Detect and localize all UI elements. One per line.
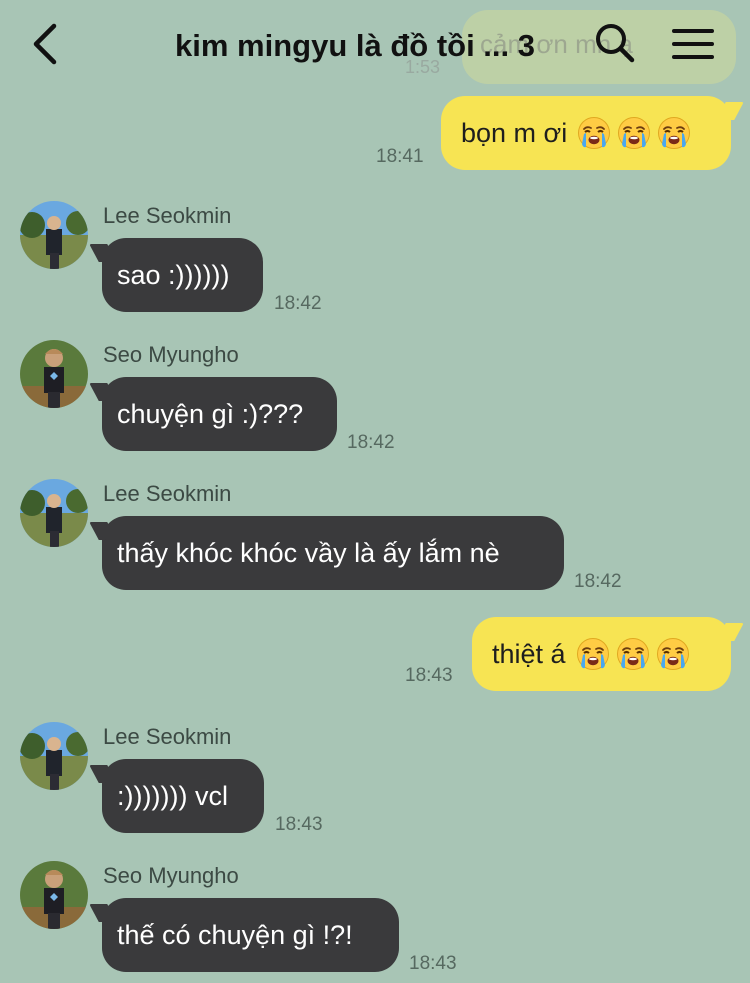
avatar-image — [20, 340, 88, 408]
sender-name: Lee Seokmin — [103, 481, 232, 506]
chat-header: cảm ơn mn ạ 1:53 kim mingyu là đồ tồi ..… — [0, 0, 750, 90]
avatar-lee-seokmin[interactable] — [20, 201, 88, 269]
message-text: thế có chuyện gì !?! — [117, 919, 353, 950]
message-text: thấy khóc khóc vầy là ấy lắm nè — [117, 537, 500, 568]
avatar-seo-myungho[interactable] — [20, 861, 88, 929]
avatar-image — [20, 201, 88, 269]
message-timestamp: 18:42 — [347, 432, 395, 453]
outgoing-message-bubble[interactable]: thiệt á — [472, 617, 731, 691]
incoming-message-bubble[interactable]: thấy khóc khóc vầy là ấy lắm nè — [102, 516, 564, 590]
message-text: chuyện gì :)??? — [117, 398, 304, 429]
avatar-lee-seokmin[interactable] — [20, 479, 88, 547]
avatar-image — [20, 861, 88, 929]
sender-name: Seo Myungho — [103, 342, 239, 367]
sender-name: Lee Seokmin — [103, 724, 232, 749]
message-timestamp: 18:43 — [409, 953, 457, 974]
message-timestamp: 18:42 — [574, 571, 622, 592]
incoming-message-bubble[interactable]: sao :)))))) — [102, 238, 263, 312]
search-button[interactable] — [592, 20, 638, 66]
message-text: thiệt á — [492, 638, 566, 669]
message-timestamp: 18:43 — [275, 814, 323, 835]
crying-face-emoji-icon — [656, 637, 690, 671]
sender-name: Seo Myungho — [103, 863, 239, 888]
back-button[interactable] — [22, 20, 72, 70]
incoming-message-bubble[interactable]: :))))))) vcl — [102, 759, 264, 833]
avatar-image — [20, 722, 88, 790]
search-icon — [596, 24, 635, 63]
crying-face-emoji-icon — [576, 637, 610, 671]
avatar-seo-myungho[interactable] — [20, 340, 88, 408]
crying-face-emoji-icon — [657, 116, 691, 150]
message-timestamp: 18:41 — [376, 146, 424, 167]
menu-button[interactable] — [670, 24, 716, 64]
message-text: sao :)))))) — [117, 259, 230, 290]
message-text: :))))))) vcl — [117, 780, 228, 811]
avatar-image — [20, 479, 88, 547]
message-timestamp: 18:43 — [405, 665, 453, 686]
message-timestamp: 18:42 — [274, 293, 322, 314]
incoming-message-bubble[interactable]: thế có chuyện gì !?! — [102, 898, 399, 972]
crying-face-emoji-icon — [616, 637, 650, 671]
crying-face-emoji-icon — [617, 116, 651, 150]
chat-title: kim mingyu là đồ tồi ... 3 — [175, 28, 535, 63]
crying-face-emoji-icon — [577, 116, 611, 150]
sender-name: Lee Seokmin — [103, 203, 232, 228]
message-text: bọn m ơi — [461, 117, 568, 148]
hamburger-menu-icon — [672, 29, 714, 59]
chevron-left-icon — [33, 23, 57, 65]
incoming-message-bubble[interactable]: chuyện gì :)??? — [102, 377, 337, 451]
avatar-lee-seokmin[interactable] — [20, 722, 88, 790]
outgoing-message-bubble[interactable]: bọn m ơi — [441, 96, 731, 170]
